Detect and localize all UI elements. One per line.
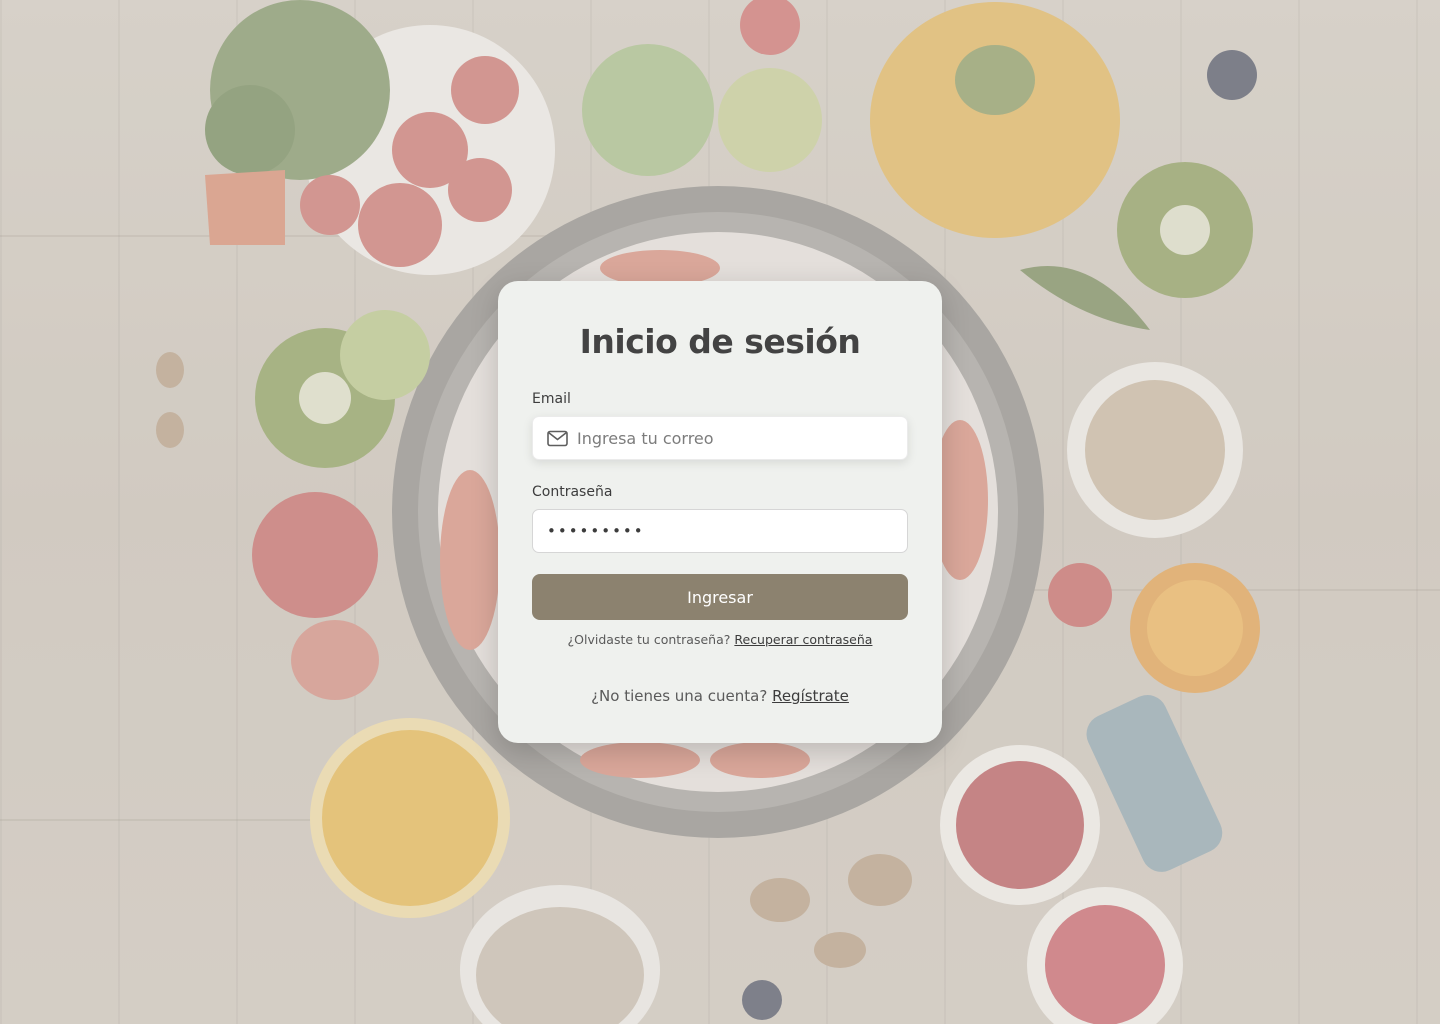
forgot-password-row: ¿Olvidaste tu contraseña? Recuperar cont… — [532, 632, 908, 647]
signup-link[interactable]: Regístrate — [772, 687, 849, 705]
signup-text: ¿No tienes una cuenta? — [591, 687, 768, 705]
signup-row: ¿No tienes una cuenta? Regístrate — [532, 687, 908, 705]
mail-icon — [547, 430, 568, 446]
submit-button[interactable]: Ingresar — [532, 574, 908, 620]
email-label: Email — [532, 391, 571, 407]
email-input[interactable] — [577, 428, 893, 448]
recover-password-link[interactable]: Recuperar contraseña — [734, 632, 872, 647]
forgot-password-text: ¿Olvidaste tu contraseña? — [567, 632, 731, 647]
password-label: Contraseña — [532, 484, 613, 500]
password-input[interactable] — [547, 522, 893, 540]
password-field[interactable] — [532, 509, 908, 553]
login-card: Inicio de sesión Email Contraseña Ingres… — [498, 281, 942, 743]
page-title: Inicio de sesión — [579, 322, 861, 361]
email-field[interactable] — [532, 416, 908, 460]
